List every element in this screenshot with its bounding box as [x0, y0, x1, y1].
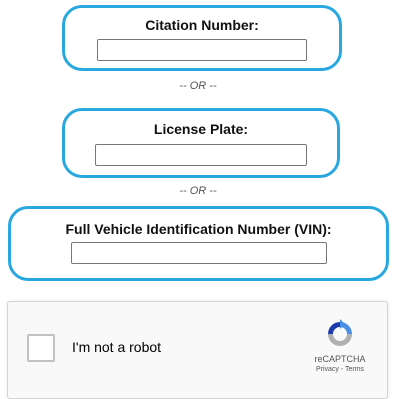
or-separator-1: -- OR --	[179, 80, 217, 92]
recaptcha-links: Privacy - Terms	[305, 366, 375, 373]
recaptcha-logo: reCAPTCHA Privacy - Terms	[305, 318, 375, 373]
citation-number-group: Citation Number:	[62, 5, 342, 71]
vin-label: Full Vehicle Identification Number (VIN)…	[65, 221, 332, 237]
vin-input[interactable]	[70, 242, 327, 264]
recaptcha-privacy-link[interactable]: Privacy	[316, 366, 339, 373]
license-plate-group: License Plate:	[62, 108, 340, 178]
or-separator-2: -- OR --	[179, 185, 217, 197]
recaptcha-brand: reCAPTCHA	[314, 354, 366, 364]
recaptcha-widget: I'm not a robot reCAPTCHA Privacy - Term…	[7, 301, 388, 399]
recaptcha-logo-icon	[328, 319, 352, 346]
license-plate-input[interactable]	[95, 144, 307, 166]
recaptcha-checkbox-label: I'm not a robot	[72, 339, 162, 355]
license-plate-label: License Plate:	[153, 121, 249, 137]
citation-number-label: Citation Number:	[145, 17, 259, 33]
citation-number-input[interactable]	[97, 39, 307, 61]
recaptcha-checkbox[interactable]	[27, 334, 55, 362]
vin-group: Full Vehicle Identification Number (VIN)…	[8, 206, 389, 281]
recaptcha-terms-link[interactable]: Terms	[345, 366, 364, 373]
